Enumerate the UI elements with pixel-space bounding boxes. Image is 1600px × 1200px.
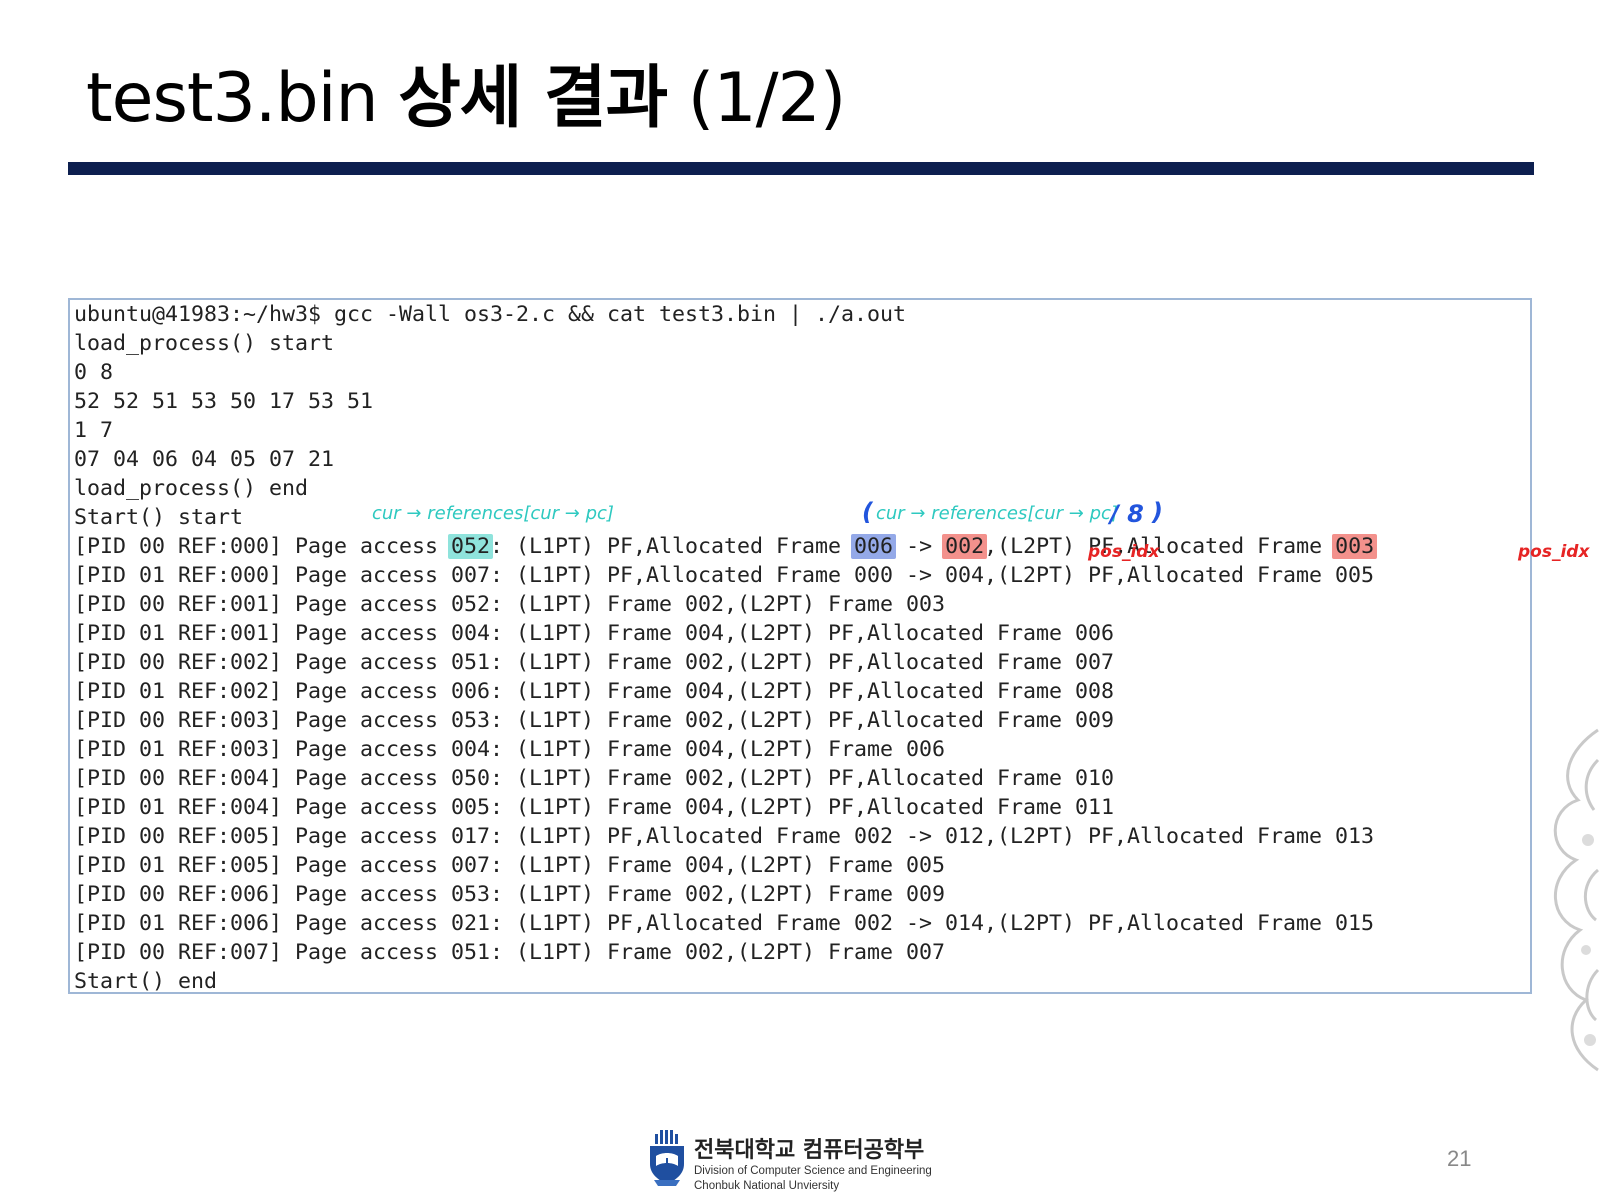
footer-dept-korean: 전북대학교 컴퓨터공학부 [694, 1138, 925, 1163]
terminal-line: Start() start [74, 505, 244, 530]
footer-department: 전북대학교 컴퓨터공학부 Division of Computer Scienc… [694, 1132, 932, 1194]
terminal-line: [PID 00 REF:006] Page access 053: (L1PT)… [74, 882, 946, 907]
decorative-emblem [1553, 728, 1600, 1072]
terminal-line: [PID 01 REF:004] Page access 005: (L1PT)… [74, 795, 1115, 820]
terminal-line: [PID 01 REF:005] Page access 007: (L1PT)… [74, 853, 946, 878]
terminal-line: [PID 01 REF:006] Page access 021: (L1PT)… [74, 911, 1375, 936]
annotation-blue-open-paren: ( [862, 498, 873, 526]
slide-title: test3.bin 상세 결과 (1/2) [86, 42, 847, 141]
terminal-line: [PID 00 REF:007] Page access 051: (L1PT)… [74, 940, 946, 965]
terminal-line: 0 8 [74, 360, 114, 385]
terminal-line: 1 7 [74, 418, 114, 443]
highlight-l1-frame: 002 [942, 534, 988, 559]
terminal-line: 07 04 06 04 05 07 21 [74, 447, 335, 472]
highlight-l1-index: 006 [851, 534, 897, 559]
terminal-output: ubuntu@41983:~/hw3$ gcc -Wall os3-2.c &&… [68, 298, 1532, 994]
terminal-line: 52 52 51 53 50 17 53 51 [74, 389, 374, 414]
terminal-line: [PID 00 REF:005] Page access 017: (L1PT)… [74, 824, 1375, 849]
highlight-l2-frame: 003 [1332, 534, 1378, 559]
annotation-red-pos-idx-1: pos_idx [1088, 542, 1160, 562]
segment: [PID 00 REF:000] Page access [74, 534, 452, 559]
university-logo-icon [650, 1130, 684, 1186]
terminal-line: [PID 01 REF:001] Page access 004: (L1PT)… [74, 621, 1115, 646]
annotation-red-pos-idx-2: pos_idx [1518, 542, 1590, 562]
terminal-line: [PID 01 REF:003] Page access 004: (L1PT)… [74, 737, 946, 762]
slide-title-prefix: test3.bin [86, 59, 399, 138]
segment: -> [893, 534, 946, 559]
terminal-line: [PID 00 REF:003] Page access 053: (L1PT)… [74, 708, 1115, 733]
terminal-line: [PID 00 REF:002] Page access 051: (L1PT)… [74, 650, 1115, 675]
highlight-page-number: 052 [448, 534, 494, 559]
slide-title-suffix: (1/2) [667, 59, 847, 138]
terminal-line: load_process() end [74, 476, 309, 501]
terminal-line: [PID 01 REF:002] Page access 006: (L1PT)… [74, 679, 1115, 704]
annotation-blue-note: cur → references[cur → pc] [876, 503, 1118, 524]
terminal-line: ubuntu@41983:~/hw3$ gcc -Wall os3-2.c &&… [74, 302, 907, 327]
footer-dept-english: Division of Computer Science and Enginee… [694, 1165, 932, 1177]
terminal-line: [PID 01 REF:000] Page access 007: (L1PT)… [74, 563, 1375, 588]
terminal-line: Start() end [74, 969, 218, 994]
terminal-line: [PID 00 REF:004] Page access 050: (L1PT)… [74, 766, 1115, 791]
slide-title-korean: 상세 결과 [398, 59, 668, 138]
annotation-blue-divisor: / 8 [1110, 500, 1144, 528]
terminal-line-highlighted: [PID 00 REF:000] Page access 052: (L1PT)… [74, 532, 1378, 561]
terminal-line: [PID 00 REF:001] Page access 052: (L1PT)… [74, 592, 946, 617]
title-divider [68, 162, 1534, 175]
page-number: 21 [1447, 1146, 1472, 1171]
footer-university: Chonbuk National Unviersity [694, 1180, 840, 1192]
segment: ,(L2PT) PF,Allocated Frame [984, 534, 1336, 559]
segment: : (L1PT) PF,Allocated Frame [490, 534, 855, 559]
terminal-line: load_process() start [74, 331, 335, 356]
annotation-cyan-note: cur → references[cur → pc] [372, 503, 614, 524]
annotation-blue-close-paren: ) [1152, 498, 1163, 526]
